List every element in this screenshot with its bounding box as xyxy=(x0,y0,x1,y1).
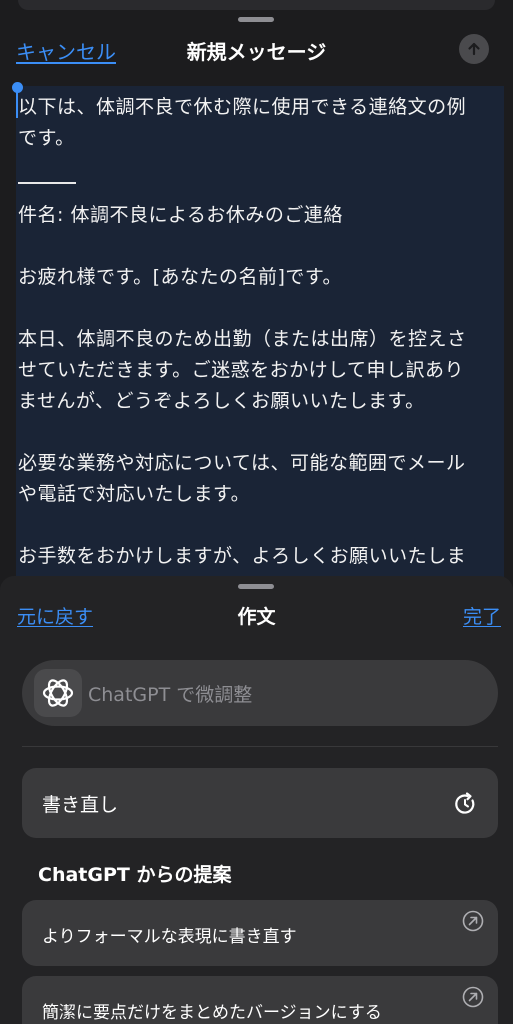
page-title: 新規メッセージ xyxy=(186,40,327,64)
arrow-up-right-circle-icon xyxy=(462,910,484,932)
arrow-up-icon xyxy=(468,42,480,56)
suggestion-label: よりフォーマルな表現に書き直す xyxy=(42,927,297,947)
message-line: 必要な業務や対応については、可能な範囲でメール xyxy=(18,452,466,474)
text-cursor xyxy=(16,92,18,118)
suggestion-label: 簡潔に要点だけをまとめたバージョンにする xyxy=(42,1003,382,1023)
divider-rule xyxy=(18,182,76,184)
sheet-grabber[interactable] xyxy=(238,17,274,22)
compose-sheet-grabber[interactable] xyxy=(238,584,274,589)
message-line: や電話で対応いたします。 xyxy=(18,483,251,505)
message-line: です。 xyxy=(18,127,75,149)
message-line: 本日、体調不良のため出勤（または出席）を控えさ xyxy=(18,328,467,350)
message-line: 以下は、体調不良で休む際に使用できる連絡文の例 xyxy=(18,96,467,118)
chatgpt-refine-input[interactable]: ChatGPT で微調整 xyxy=(22,660,498,726)
message-line: せていただきます。ご迷惑をおかけして申し訳あり xyxy=(18,359,465,381)
compose-title: 作文 xyxy=(237,606,276,628)
rewrite-label: 書き直し xyxy=(42,794,119,816)
suggestion-item[interactable]: よりフォーマルな表現に書き直す xyxy=(22,900,498,966)
send-button[interactable] xyxy=(459,34,489,64)
new-message-sheet: キャンセル 新規メッセージ 以下は、体調不良で休む際に使用できる連絡文の例 です… xyxy=(0,0,513,600)
message-line: ませんが、どうぞよろしくお願いいたします。 xyxy=(18,390,425,412)
suggestion-item[interactable]: 簡潔に要点だけをまとめたバージョンにする xyxy=(22,976,498,1024)
nav-bar: キャンセル 新規メッセージ xyxy=(0,24,513,74)
chatgpt-logo-icon xyxy=(34,669,82,717)
message-body-selected[interactable]: 以下は、体調不良で休む際に使用できる連絡文の例 です。 件名: 体調不良によるお… xyxy=(16,86,504,600)
arrow-up-right-circle-icon xyxy=(462,986,484,1008)
message-line: お疲れ様です。[あなたの名前]です。 xyxy=(18,266,343,288)
chatgpt-input-placeholder: ChatGPT で微調整 xyxy=(88,684,253,706)
compose-sheet: 元に戻す 作文 完了 ChatGPT で微調整 書き直し ChatGPT からの… xyxy=(0,576,513,1024)
suggestions-heading: ChatGPT からの提案 xyxy=(38,864,232,886)
message-subject: 件名: 体調不良によるお休みのご連絡 xyxy=(18,204,343,226)
background-sheet-edge xyxy=(18,0,495,10)
refresh-icon xyxy=(455,792,475,814)
divider xyxy=(22,746,498,747)
rewrite-button[interactable]: 書き直し xyxy=(22,768,498,838)
message-line: お手数をおかけしますが、よろしくお願いいたしま xyxy=(18,545,467,567)
done-button[interactable]: 完了 xyxy=(463,602,501,629)
